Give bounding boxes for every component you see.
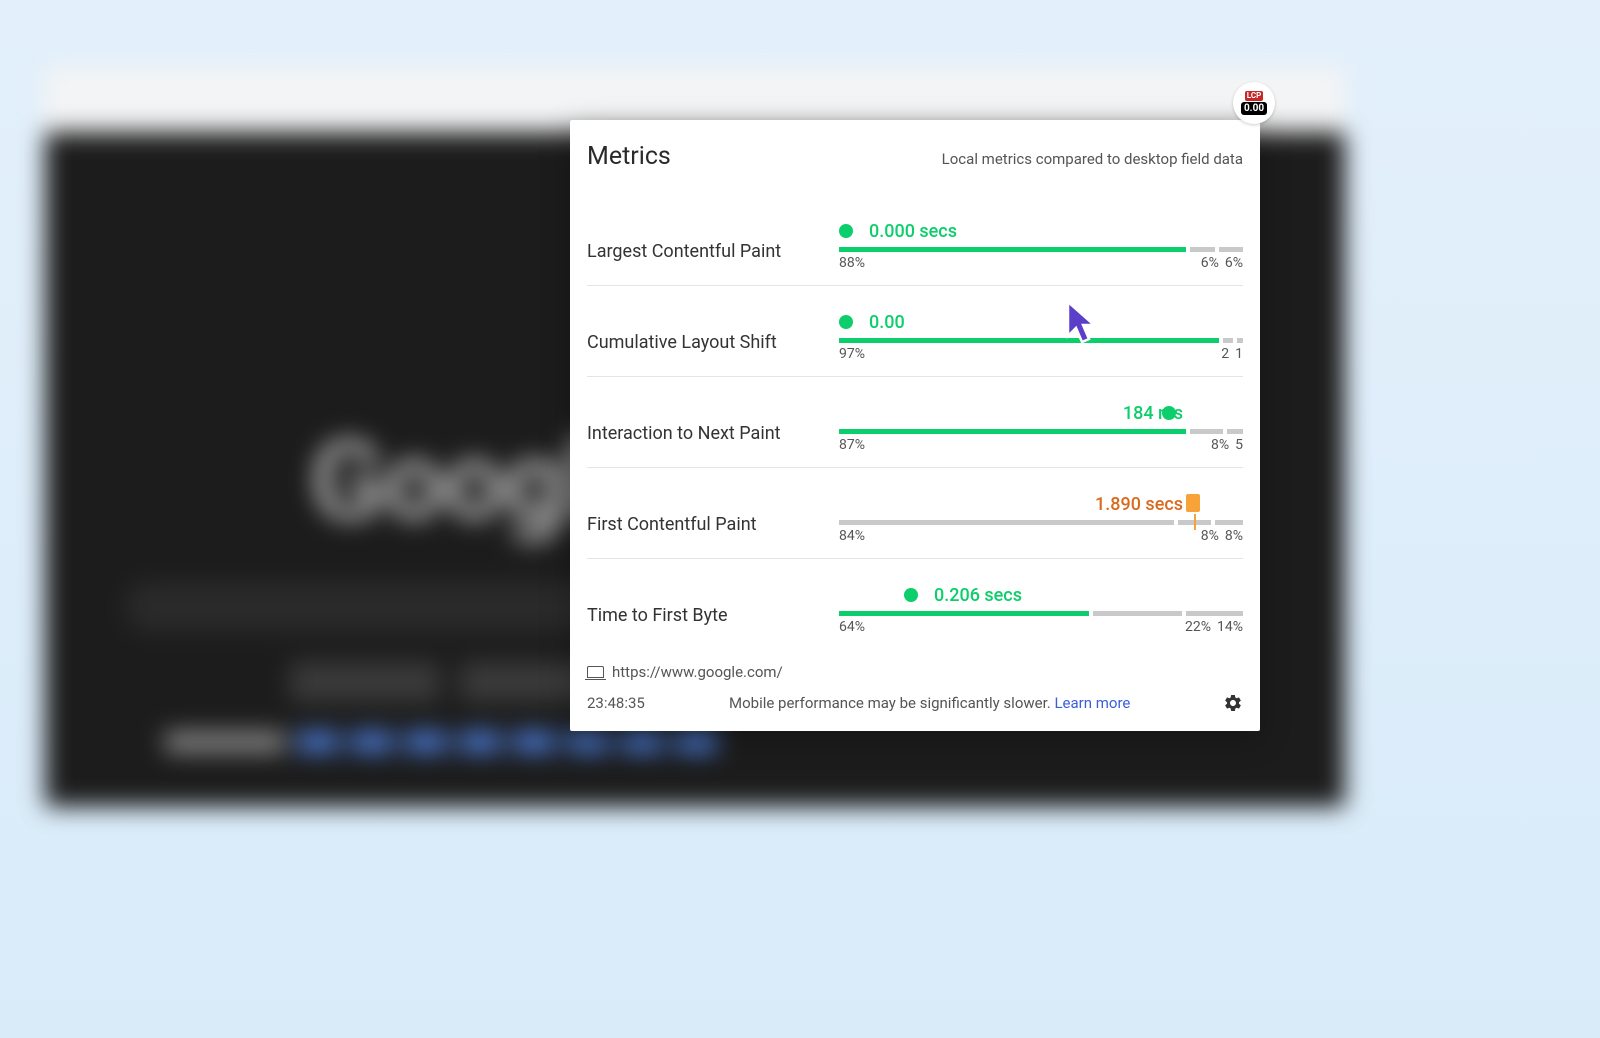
metric-name: First Contentful Paint: [587, 502, 839, 535]
metric-name: Interaction to Next Paint: [587, 411, 839, 444]
pct-poor: 5: [1235, 437, 1243, 453]
percentage-row: 97% 21: [839, 346, 1243, 362]
bar-segment: [839, 611, 1089, 616]
pct-needs-improvement: 8%: [1185, 528, 1219, 544]
warning-text: Mobile performance may be significantly …: [729, 694, 1223, 712]
pct-needs-improvement: 2: [1195, 346, 1229, 362]
pct-good: 84%: [839, 528, 865, 544]
metric-row: Time to First Byte 0.206 secs 64% 22% 14%: [587, 573, 1243, 649]
metric-value: 0.000 secs: [869, 221, 957, 242]
extension-badge-value: 0.00: [1241, 102, 1267, 115]
pct-good: 97%: [839, 346, 865, 362]
metric-marker: [839, 315, 853, 329]
metric-row: Cumulative Layout Shift 0.0097% 21: [587, 300, 1243, 377]
metric-value: 1.890 secs: [1095, 494, 1183, 515]
metric-visualization: 0.000 secs88% 6% 6%: [839, 219, 1243, 271]
timestamp: 23:48:35: [587, 694, 729, 712]
pct-good: 64%: [839, 619, 865, 635]
bar-segment: [1227, 429, 1243, 434]
bar-segment: [1190, 247, 1214, 252]
percentage-row: 64% 22% 14%: [839, 619, 1243, 635]
bar-segment: [839, 338, 1219, 343]
metric-marker: [904, 588, 918, 602]
buttons-blurred: [290, 662, 610, 702]
metrics-panel: Metrics Local metrics compared to deskto…: [570, 120, 1260, 731]
pct-poor: 6%: [1225, 255, 1243, 271]
pct-needs-improvement: 8%: [1195, 437, 1229, 453]
pct-good: 88%: [839, 255, 865, 271]
percentage-row: 87% 8% 5: [839, 437, 1243, 453]
learn-more-link[interactable]: Learn more: [1054, 694, 1130, 712]
metric-name: Time to First Byte: [587, 593, 839, 626]
metric-visualization: 1.890 secs 84% 8% 8%: [839, 492, 1243, 544]
metric-value: 184 ms: [1123, 403, 1183, 424]
bar-segment: [839, 429, 1186, 434]
metric-marker: [1186, 494, 1200, 512]
pct-good: 87%: [839, 437, 865, 453]
pct-poor: 1: [1235, 346, 1243, 362]
panel-title: Metrics: [587, 142, 671, 171]
web-vitals-extension-icon[interactable]: LCP 0.00: [1233, 82, 1275, 124]
bar-segment: [1190, 429, 1222, 434]
bar-segment: [1215, 520, 1243, 525]
bar-segment: [1093, 611, 1182, 616]
metric-name: Largest Contentful Paint: [587, 229, 839, 262]
bar-segment: [1219, 247, 1243, 252]
distribution-bar: [839, 338, 1243, 343]
metric-visualization: 184 ms 87% 8% 5: [839, 401, 1243, 453]
language-row-blurred: [165, 732, 765, 756]
panel-header: Metrics Local metrics compared to deskto…: [587, 142, 1243, 171]
metric-marker: [839, 224, 853, 238]
pct-needs-improvement: 6%: [1185, 255, 1219, 271]
bar-segment: [1186, 611, 1243, 616]
metric-row: Interaction to Next Paint 184 ms 87% 8% 5: [587, 391, 1243, 468]
pct-poor: 8%: [1225, 528, 1243, 544]
bar-segment: [1178, 520, 1210, 525]
metric-row: First Contentful Paint 1.890 secs 84% 8% 8%: [587, 482, 1243, 559]
distribution-bar: [839, 520, 1243, 525]
distribution-bar: [839, 611, 1243, 616]
pct-poor: 14%: [1217, 619, 1243, 635]
footer-row: 23:48:35 Mobile performance may be signi…: [587, 693, 1243, 713]
settings-gear-icon[interactable]: [1223, 693, 1243, 713]
distribution-bar: [839, 429, 1243, 434]
metric-visualization: 0.0097% 21: [839, 310, 1243, 362]
bar-segment: [839, 520, 1174, 525]
bar-segment: [1223, 338, 1233, 343]
metric-row: Largest Contentful Paint 0.000 secs88% 6% 6…: [587, 209, 1243, 286]
laptop-icon: [587, 666, 604, 678]
distribution-bar: [839, 247, 1243, 252]
metric-value: 0.00: [869, 312, 905, 333]
url-row: https://www.google.com/: [587, 663, 1243, 681]
page-url: https://www.google.com/: [612, 663, 783, 681]
percentage-row: 84% 8% 8%: [839, 528, 1243, 544]
pct-needs-improvement: 22%: [1177, 619, 1211, 635]
metric-visualization: 0.206 secs 64% 22% 14%: [839, 583, 1243, 635]
percentage-row: 88% 6% 6%: [839, 255, 1243, 271]
metric-name: Cumulative Layout Shift: [587, 320, 839, 353]
panel-subtitle: Local metrics compared to desktop field …: [942, 150, 1243, 168]
metric-value: 0.206 secs: [934, 585, 1022, 606]
bar-segment: [839, 247, 1186, 252]
extension-badge-tag: LCP: [1245, 91, 1263, 101]
bar-segment: [1237, 338, 1243, 343]
